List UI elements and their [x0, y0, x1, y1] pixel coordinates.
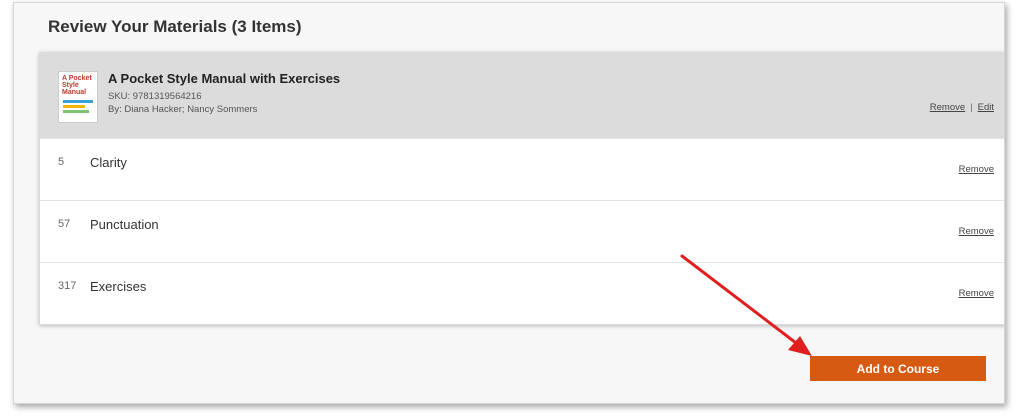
- red-arrow-icon: [680, 254, 812, 356]
